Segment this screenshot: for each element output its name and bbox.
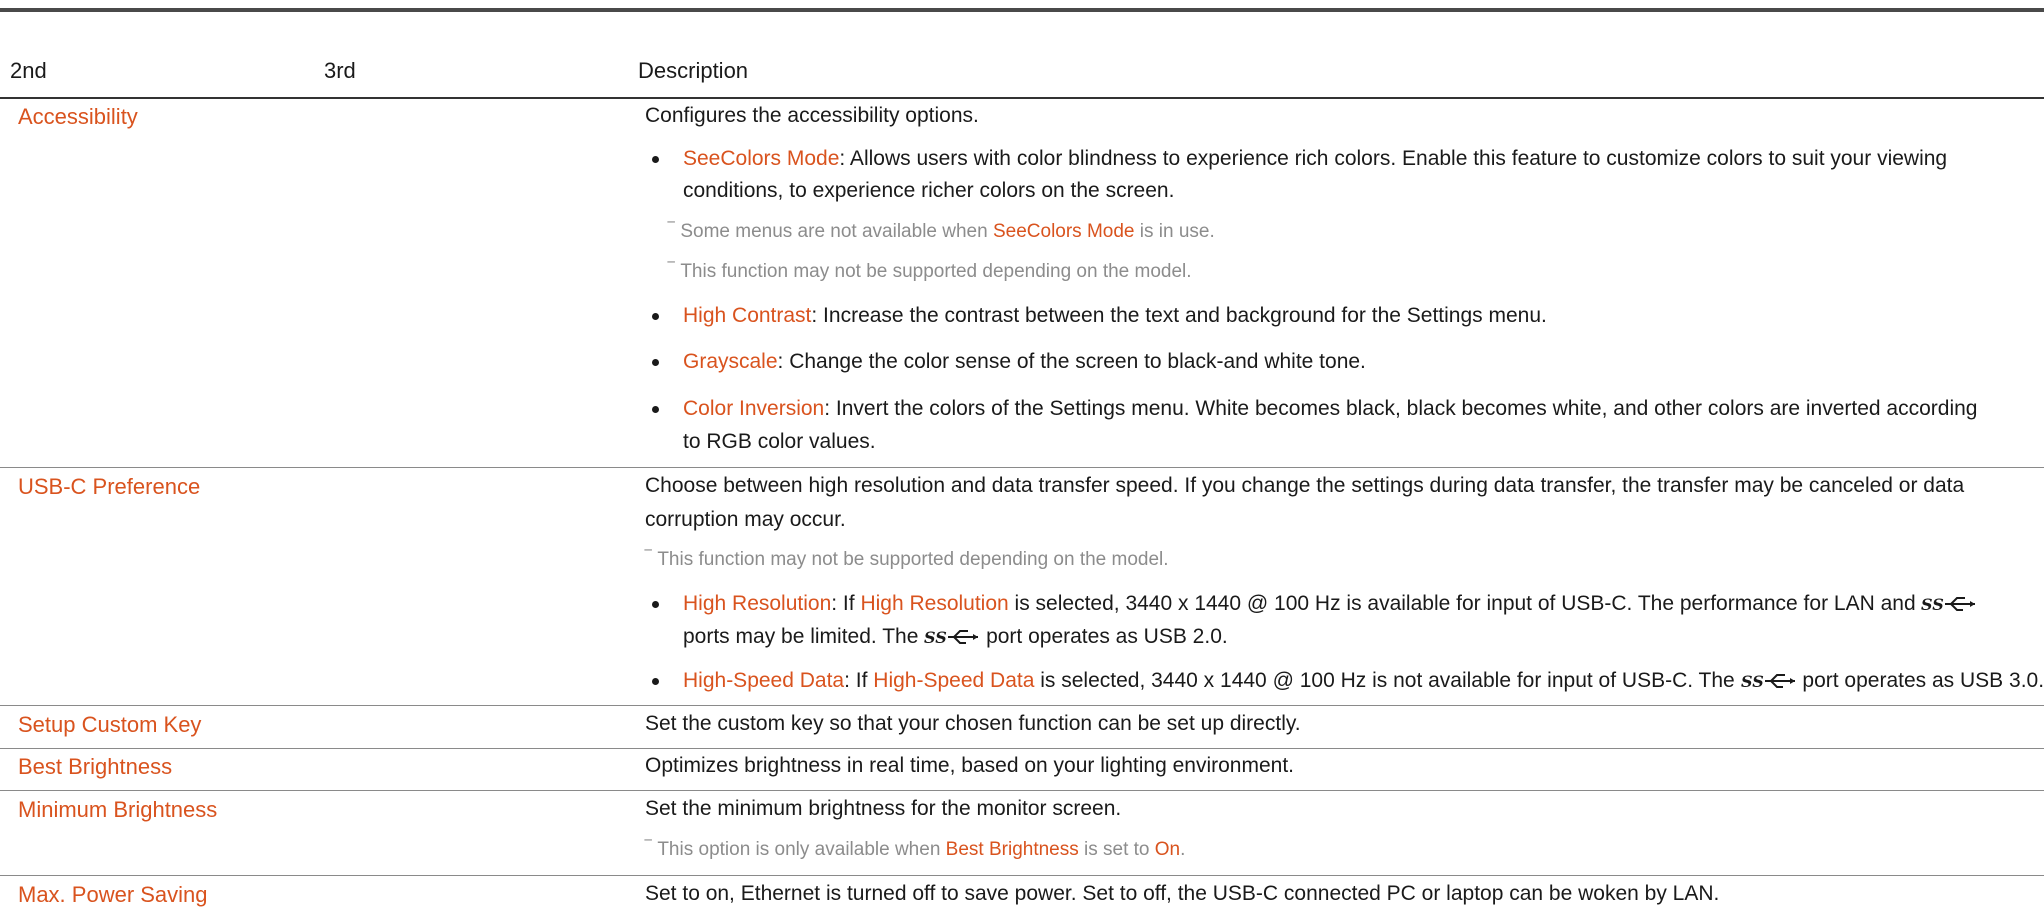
bullet-icon (652, 313, 659, 320)
note-support: ‾ This function may not be supported depe… (668, 258, 1192, 286)
highcontrast-item: High Contrast: Increase the contrast bet… (683, 299, 1547, 333)
usbc-note: ‾ This function may not be supported depe… (645, 546, 1169, 574)
inversion-item: Color Inversion: Invert the colors of th… (683, 392, 1977, 426)
note-text: . (1180, 839, 1186, 860)
note-seecolors: ‾ Some menus are not available when SeeCo… (668, 218, 1215, 246)
note-text: This function may not be supported depen… (680, 261, 1192, 282)
maxpower-desc: Set to on, Ethernet is turned off to sav… (645, 882, 1720, 905)
highres-line2: ports may be limited. The SS port operat… (683, 620, 1228, 654)
row-divider (0, 467, 2044, 468)
seecolors-item: SeeColors Mode: Allows users with color … (683, 142, 1947, 176)
accessibility-desc: Configures the accessibility options. (645, 104, 979, 127)
note-text: is set to (1078, 839, 1155, 860)
highcontrast-text: : Increase the contrast between the text… (811, 304, 1547, 327)
bullet-icon (652, 678, 659, 685)
row-divider (0, 705, 2044, 706)
bullet-icon (652, 156, 659, 163)
highspeed-text: is selected, 3440 x 1440 @ 100 Hz is not… (1034, 669, 1735, 692)
svg-text:SS: SS (1921, 595, 1944, 614)
highres-item: High Resolution: If High Resolution is s… (683, 587, 1977, 621)
row-label-accessibility: Accessibility (18, 104, 138, 129)
customkey-desc: Set the custom key so that your chosen f… (645, 712, 1301, 735)
row-label-best-brightness: Best Brightness (18, 754, 173, 779)
seecolors-term: SeeColors Mode (683, 147, 840, 170)
bullet-icon (652, 406, 659, 413)
highspeed-term: High-Speed Data (683, 669, 845, 692)
highres-text: port operates as USB 2.0. (986, 625, 1228, 648)
minbrightness-desc: Set the minimum brightness for the monit… (645, 797, 1122, 820)
note-text: is in use. (1134, 221, 1215, 242)
inversion-text-line2: to RGB color values. (683, 430, 876, 453)
grayscale-item: Grayscale: Change the color sense of the… (683, 345, 1366, 379)
note-text: Some menus are not available when (680, 221, 993, 242)
manual-page: 2nd 3rd Description Accessibility Config… (0, 0, 2044, 914)
minbrightness-note: ‾ This option is only available when Best… (645, 836, 1185, 864)
header-description: Description (638, 58, 749, 83)
note-text: This function may not be supported depen… (657, 549, 1169, 570)
seecolors-text: : Allows users with color blindness to e… (839, 147, 1948, 170)
bestbrightness-desc: Optimizes brightness in real time, based… (645, 754, 1294, 777)
top-rule (0, 8, 2044, 12)
note-term: Best Brightness (945, 839, 1079, 860)
grayscale-text: : Change the color sense of the screen t… (777, 350, 1366, 373)
highspeed-text: port operates as USB 3.0. (1802, 669, 2044, 692)
row-label-usbc-preference: USB-C Preference (18, 474, 201, 499)
highspeed-item: High-Speed Data: If High-Speed Data is s… (683, 664, 2044, 698)
highres-text: : If (831, 592, 861, 615)
row-divider (0, 790, 2044, 791)
seecolors-text-line2: conditions, to experience richer colors … (683, 179, 1175, 202)
highres-term-inline: High Resolution (860, 592, 1009, 615)
row-label-max-power-saving: Max. Power Saving (18, 882, 208, 907)
svg-text:SS: SS (1741, 672, 1764, 691)
usbc-desc-line1: Choose between high resolution and data … (645, 474, 1965, 497)
note-term: SeeColors Mode (992, 221, 1135, 242)
usbc-desc-line2: corruption may occur. (645, 508, 846, 531)
note-dash-icon: ‾ (645, 839, 652, 860)
highres-term: High Resolution (683, 592, 832, 615)
note-dash-icon: ‾ (668, 221, 675, 242)
usb-superspeed-icon: SS (1741, 672, 1795, 691)
highres-text: is selected, 3440 x 1440 @ 100 Hz is ava… (1008, 592, 1916, 615)
bullet-icon (652, 601, 659, 608)
row-label-minimum-brightness: Minimum Brightness (18, 797, 218, 822)
header-rule (0, 97, 2044, 99)
highspeed-text: : If (844, 669, 874, 692)
bullet-icon (652, 359, 659, 366)
inversion-term: Color Inversion (683, 397, 825, 420)
note-dash-icon: ‾ (645, 549, 652, 570)
note-term: On (1154, 839, 1181, 860)
header-2nd: 2nd (10, 58, 47, 83)
note-dash-icon: ‾ (668, 261, 675, 282)
row-divider (0, 875, 2044, 876)
usb-superspeed-icon: SS (1921, 595, 1976, 614)
grayscale-term: Grayscale (683, 350, 778, 373)
header-3rd: 3rd (324, 58, 356, 83)
inversion-text: : Invert the colors of the Settings menu… (824, 397, 1978, 420)
usb-superspeed-icon: SS (924, 628, 979, 647)
highspeed-term-inline: High-Speed Data (873, 669, 1035, 692)
note-text: This option is only available when (657, 839, 946, 860)
highres-text: ports may be limited. The (683, 625, 919, 648)
highcontrast-term: High Contrast (683, 304, 812, 327)
svg-text:SS: SS (924, 628, 947, 647)
row-label-setup-custom-key: Setup Custom Key (18, 712, 202, 737)
